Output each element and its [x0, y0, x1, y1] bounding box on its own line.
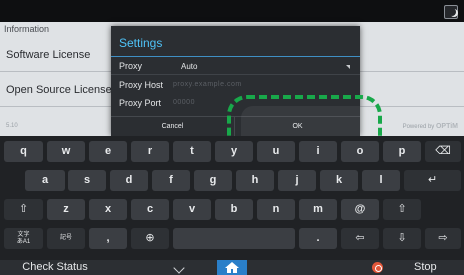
key-p[interactable]: p [383, 141, 421, 162]
key-e[interactable]: e [89, 141, 127, 162]
key-k[interactable]: k [320, 170, 358, 191]
key-w[interactable]: w [47, 141, 85, 162]
powered-by-text: Powered by OPTiM [402, 123, 458, 130]
key-i[interactable]: i [299, 141, 337, 162]
cancel-button[interactable]: Cancel [111, 116, 235, 136]
input-mode-key[interactable]: 文字 あA1 [4, 228, 43, 249]
dialog-title: Settings [119, 36, 163, 50]
period-key[interactable]: . [299, 228, 337, 249]
key-m[interactable]: m [299, 199, 337, 220]
home-button[interactable] [217, 260, 247, 275]
key-x[interactable]: x [89, 199, 127, 220]
shift-right-key[interactable]: ⇧ [383, 199, 421, 220]
symbol-key[interactable]: 記号 [47, 228, 85, 249]
proxy-host-label: Proxy Host [119, 80, 164, 90]
check-status-button[interactable]: Check Status [0, 260, 110, 275]
on-screen-keyboard: q w e r t y u i o p ⌫ a s d f g h j k l … [0, 136, 464, 260]
key-f[interactable]: f [152, 170, 190, 191]
dropdown-caret-icon [346, 65, 350, 69]
key-q[interactable]: q [4, 141, 43, 162]
arrow-left-icon[interactable]: ⇦ [341, 228, 379, 249]
key-b[interactable]: b [215, 199, 253, 220]
backspace-key[interactable]: ⌫ [425, 141, 461, 162]
key-v[interactable]: v [173, 199, 211, 220]
proxy-select[interactable]: Proxy Auto [111, 57, 360, 75]
key-a[interactable]: a [25, 170, 65, 191]
chevron-down-icon[interactable] [173, 262, 185, 274]
home-icon [225, 262, 239, 273]
comma-key[interactable]: , [89, 228, 127, 249]
bottom-bar: Check Status Stop [0, 260, 464, 275]
key-z[interactable]: z [47, 199, 85, 220]
key-at[interactable]: @ [341, 199, 379, 220]
key-r[interactable]: r [131, 141, 169, 162]
key-t[interactable]: t [173, 141, 211, 162]
key-n[interactable]: n [257, 199, 295, 220]
enter-key[interactable]: ↵ [404, 170, 461, 191]
arrow-right-icon[interactable]: ⇨ [425, 228, 461, 249]
version-text: 5.10 [6, 123, 18, 129]
key-j[interactable]: j [278, 170, 316, 191]
proxy-label: Proxy [119, 61, 143, 71]
proxy-value: Auto [181, 62, 198, 71]
space-key[interactable] [173, 228, 295, 249]
status-strip [0, 0, 464, 22]
key-s[interactable]: s [68, 170, 106, 191]
section-title: Information [4, 24, 50, 34]
proxy-host-value: proxy.example.com [173, 81, 242, 88]
key-c[interactable]: c [131, 199, 169, 220]
globe-icon[interactable]: ⊕ [131, 228, 169, 249]
key-u[interactable]: u [257, 141, 295, 162]
key-o[interactable]: o [341, 141, 379, 162]
key-d[interactable]: d [110, 170, 148, 191]
arrow-down-icon[interactable]: ⇩ [383, 228, 421, 249]
stop-button[interactable]: Stop [414, 260, 437, 275]
proxy-port-value: 00000 [173, 99, 195, 106]
key-l[interactable]: l [362, 170, 400, 191]
moon-icon[interactable] [444, 5, 458, 19]
shift-left-key[interactable]: ⇧ [4, 199, 43, 220]
proxy-port-label: Proxy Port [119, 98, 162, 108]
stop-icon[interactable] [372, 262, 383, 273]
key-y[interactable]: y [215, 141, 253, 162]
proxy-host-field[interactable]: Proxy Host proxy.example.com [111, 76, 360, 94]
key-h[interactable]: h [236, 170, 274, 191]
key-g[interactable]: g [194, 170, 232, 191]
